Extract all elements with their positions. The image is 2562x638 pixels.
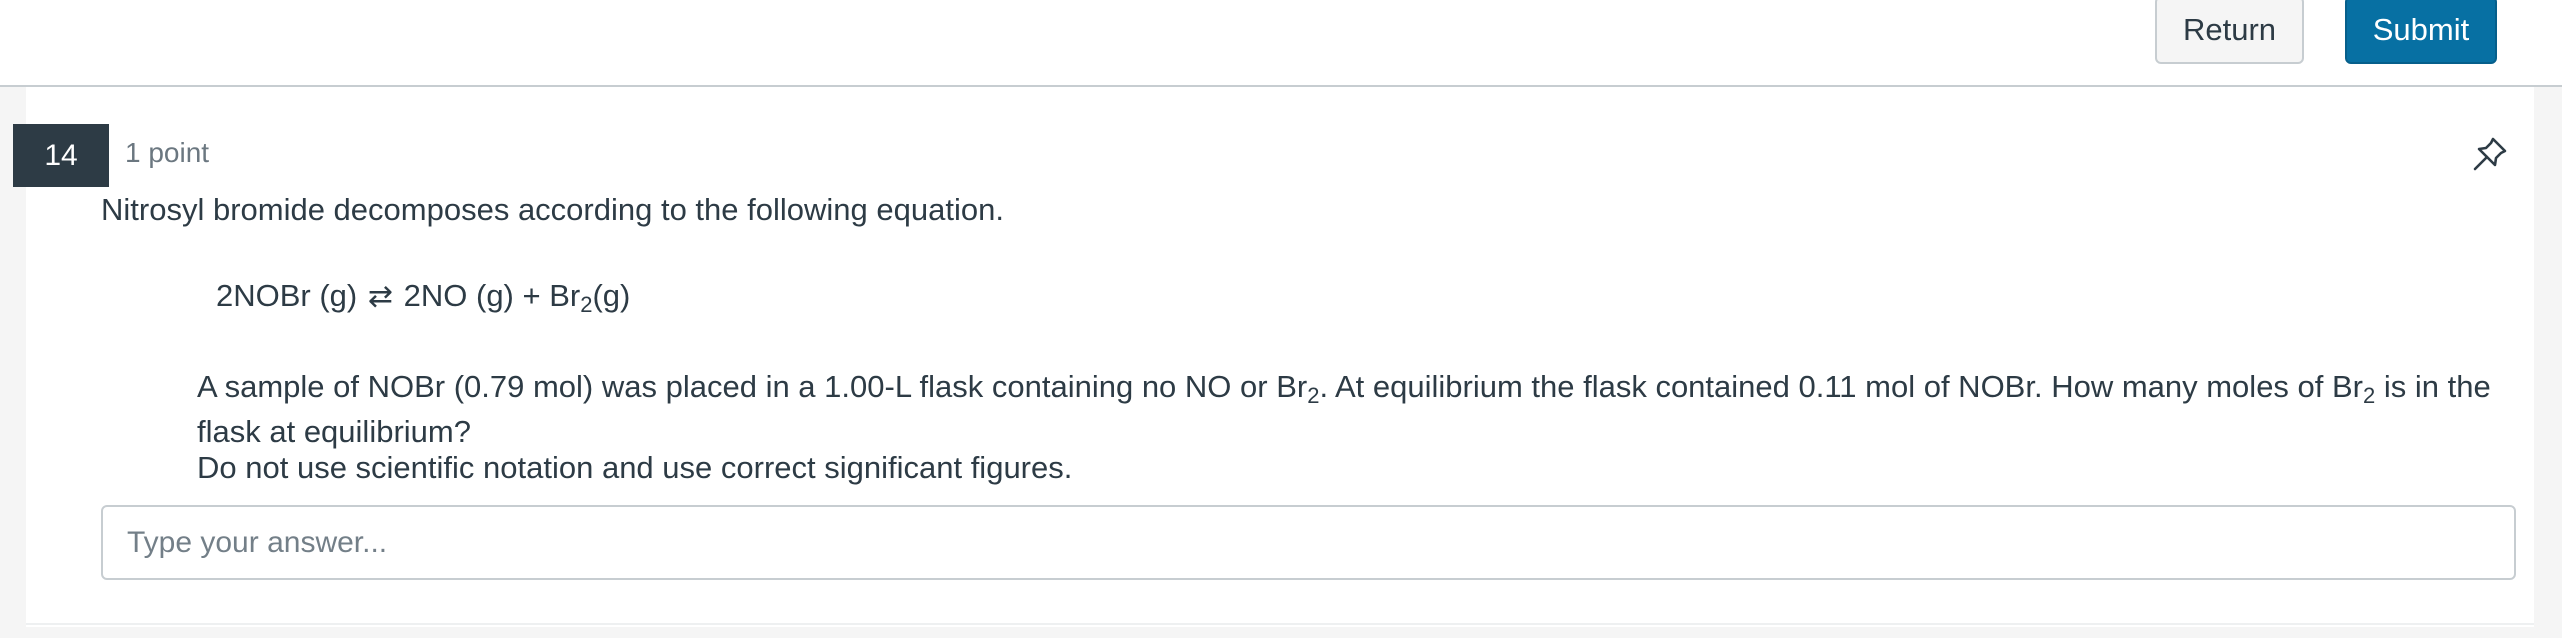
equation-reactant: 2NOBr (g) [216,278,358,313]
equilibrium-arrow-icon: ⇄ [367,280,394,313]
answer-input[interactable] [101,505,2516,580]
question-points: 1 point [125,137,210,168]
question-instruction: Do not use scientific notation and use c… [197,450,1073,485]
question-body: A sample of NOBr (0.79 mol) was placed i… [197,369,2491,449]
equation-product-1: 2NO (g) + [403,278,541,313]
return-button[interactable]: Return [2155,0,2304,64]
top-toolbar: Return Submit [0,0,2562,87]
submit-button[interactable]: Submit [2345,0,2497,64]
equation-product-2: Br2(g) [549,278,631,317]
question-number-badge: 14 [13,124,109,187]
chemical-equation: 2NOBr (g) ⇄ 2NO (g) + Br2(g) [216,278,631,317]
card-divider [26,623,2534,625]
question-prompt: Nitrosyl bromide decomposes according to… [101,192,1004,227]
pin-icon[interactable] [2470,134,2510,174]
